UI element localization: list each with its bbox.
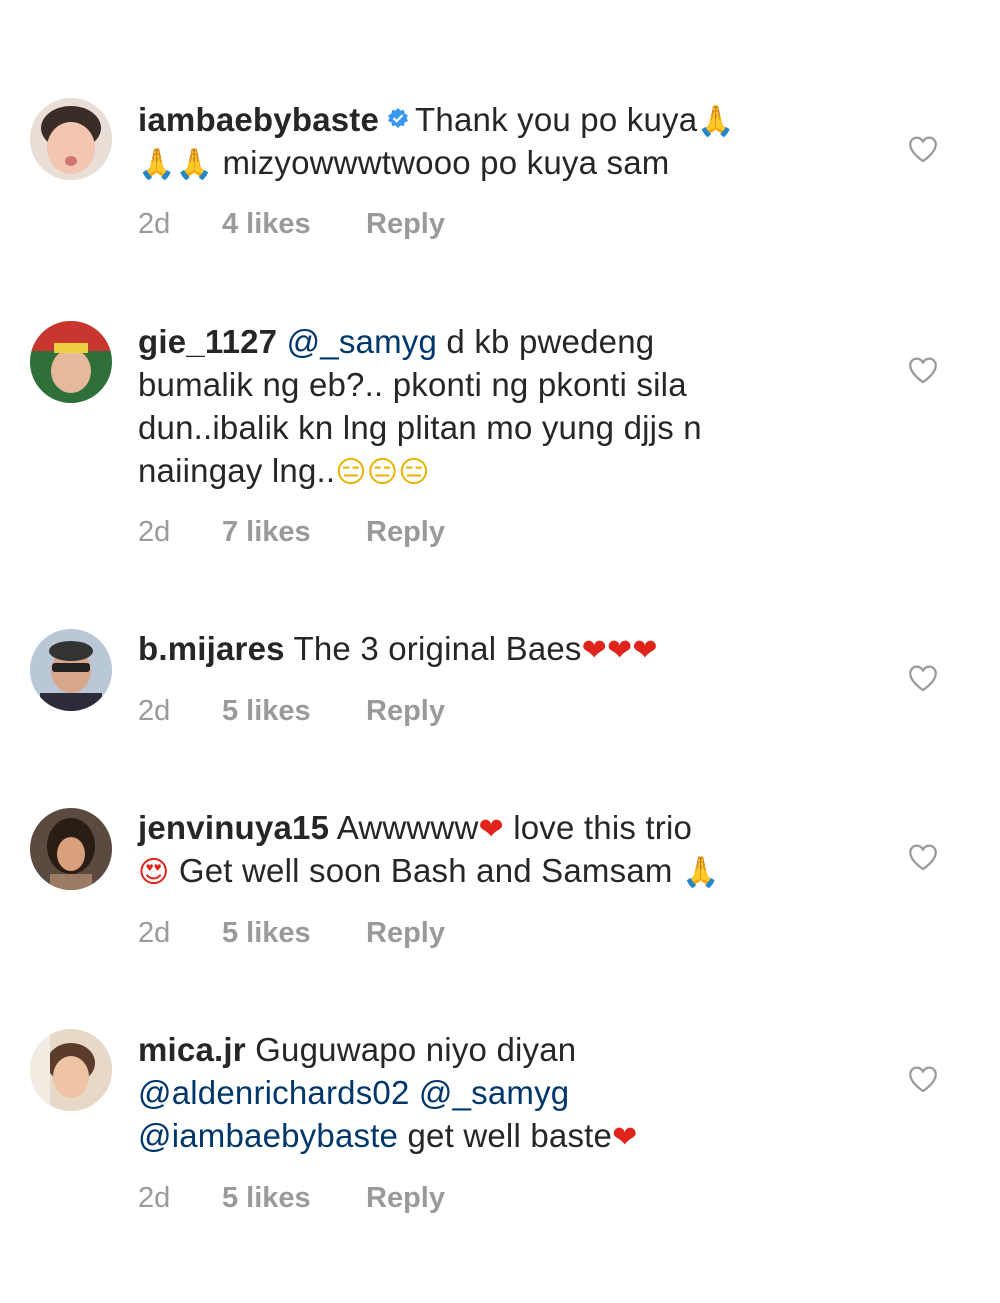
timestamp[interactable]: 2d <box>138 208 222 241</box>
likes-count[interactable]: 5 likes <box>222 1182 366 1215</box>
pray-emoji: 🙏 <box>681 855 720 890</box>
comment-meta: 2d 7 likes Reply <box>138 516 445 549</box>
avatar[interactable] <box>30 808 112 890</box>
red-heart-emoji: ❤ <box>478 812 504 847</box>
likes-count[interactable]: 5 likes <box>222 917 366 950</box>
timestamp[interactable]: 2d <box>138 1182 222 1215</box>
pray-emoji: 🙏🙏 <box>138 147 214 182</box>
like-heart-icon[interactable] <box>906 132 940 166</box>
likes-count[interactable]: 7 likes <box>222 516 366 549</box>
reply-button[interactable]: Reply <box>366 208 445 241</box>
mention-link[interactable]: @_samyg <box>287 323 437 360</box>
comment-text: mica.jr Guguwapo niyo diyan @aldenrichar… <box>138 1028 858 1157</box>
comment-text: b.mijares The 3 original Baes❤❤❤ <box>138 627 858 670</box>
comment-text-line: naiingay lng.. <box>138 452 336 489</box>
comment-text-line: d kb pwedeng <box>437 323 655 360</box>
like-heart-icon[interactable] <box>906 840 940 874</box>
comment-text: gie_1127 @_samyg d kb pwedeng bumalik ng… <box>138 320 858 492</box>
pray-emoji: 🙏 <box>697 104 735 139</box>
comment-text-line: The 3 original Baes <box>293 630 582 667</box>
comment-text-line: Thank you po kuya <box>415 101 698 138</box>
comment-meta: 2d 5 likes Reply <box>138 917 445 950</box>
comment-text-line: dun..ibalik kn lng plitan mo yung djjs n <box>138 409 702 446</box>
likes-count[interactable]: 5 likes <box>222 695 366 728</box>
comment-text-line: mizyowwwtwooo po kuya sam <box>213 144 670 181</box>
comment-text-line: Guguwapo niyo diyan <box>255 1031 577 1068</box>
comment-text-line: Get well soon Bash and Samsam <box>169 852 682 889</box>
comment-text: jenvinuya15 Awwwww❤ love this trio 😍 Get… <box>138 806 858 892</box>
avatar[interactable] <box>30 98 112 180</box>
red-heart-emoji: ❤ <box>612 1120 638 1155</box>
timestamp[interactable]: 2d <box>138 917 222 950</box>
heart-eyes-emoji: 😍 <box>138 855 170 890</box>
comment-text: iambaebybaste Thank you po kuya🙏 🙏🙏 mizyo… <box>138 98 858 184</box>
reply-button[interactable]: Reply <box>366 516 445 549</box>
reply-button[interactable]: Reply <box>366 917 445 950</box>
comment-meta: 2d 4 likes Reply <box>138 208 445 241</box>
username-link[interactable]: mica.jr <box>138 1031 246 1068</box>
username-link[interactable]: iambaebybaste <box>138 101 379 138</box>
like-heart-icon[interactable] <box>906 1062 940 1096</box>
username-link[interactable]: b.mijares <box>138 630 285 667</box>
avatar[interactable] <box>30 1029 112 1111</box>
timestamp[interactable]: 2d <box>138 695 222 728</box>
comment-meta: 2d 5 likes Reply <box>138 695 445 728</box>
username-link[interactable]: jenvinuya15 <box>138 809 329 846</box>
avatar[interactable] <box>30 629 112 711</box>
username-link[interactable]: gie_1127 <box>138 323 277 360</box>
reply-button[interactable]: Reply <box>366 1182 445 1215</box>
red-heart-emoji: ❤❤❤ <box>581 633 658 668</box>
like-heart-icon[interactable] <box>906 353 940 387</box>
likes-count[interactable]: 4 likes <box>222 208 366 241</box>
reply-button[interactable]: Reply <box>366 695 445 728</box>
comment-meta: 2d 5 likes Reply <box>138 1182 445 1215</box>
mention-link[interactable]: @_samyg <box>419 1074 569 1111</box>
expressionless-emoji: 😑😑😑 <box>335 455 430 490</box>
comment-text-line: get well baste <box>398 1117 613 1154</box>
mention-link[interactable]: @iambaebybaste <box>138 1117 398 1154</box>
timestamp[interactable]: 2d <box>138 516 222 549</box>
verified-badge-icon <box>387 107 409 129</box>
mention-link[interactable]: @aldenrichards02 <box>138 1074 410 1111</box>
comment-text-line: bumalik ng eb?.. pkonti ng pkonti sila <box>138 366 687 403</box>
like-heart-icon[interactable] <box>906 661 940 695</box>
comment-text-line: Awwwww <box>336 809 479 846</box>
avatar[interactable] <box>30 321 112 403</box>
comment-text-line: love this trio <box>503 809 693 846</box>
